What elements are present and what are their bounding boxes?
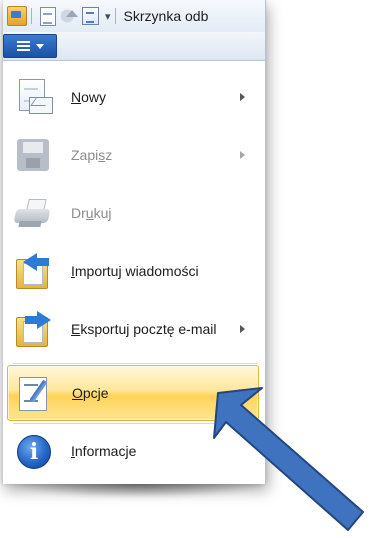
screenshot-stage: ▾ Skrzynka odb Nowy Zapisz Drukuj Import… bbox=[0, 0, 390, 538]
pointer-arrow-icon bbox=[213, 387, 364, 531]
